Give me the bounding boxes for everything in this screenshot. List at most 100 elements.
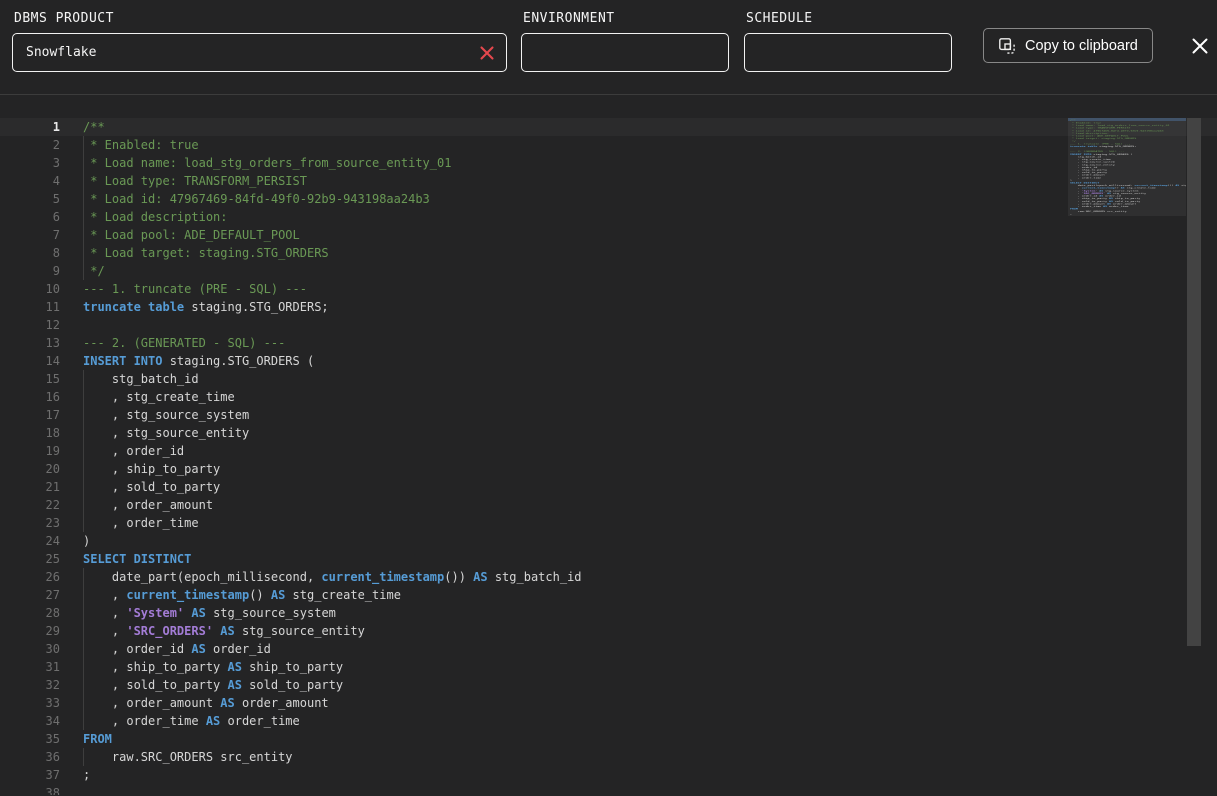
minimap[interactable]: /** * Enabled: true * Load name: load_st… — [1068, 118, 1186, 248]
indent-guide — [83, 586, 84, 604]
line-content: , stg_source_system — [83, 406, 249, 424]
line-number: 38 — [0, 784, 60, 795]
scrollbar-thumb[interactable] — [1187, 118, 1201, 646]
indent-guide — [83, 226, 84, 244]
code-line: 9 */ — [0, 262, 1217, 280]
code-line: 18 , stg_source_entity — [0, 424, 1217, 442]
line-number: 33 — [0, 694, 60, 712]
code-line: 19 , order_id — [0, 442, 1217, 460]
code-line: 35FROM — [0, 730, 1217, 748]
line-number: 19 — [0, 442, 60, 460]
line-number: 36 — [0, 748, 60, 766]
indent-guide — [83, 460, 84, 478]
x-clear-icon — [479, 45, 495, 61]
line-content: * Load name: load_stg_orders_from_source… — [83, 154, 451, 172]
line-content: raw.SRC_ORDERS src_entity — [83, 748, 293, 766]
schedule-input[interactable] — [744, 33, 952, 72]
clear-input-icon[interactable] — [478, 44, 496, 62]
dbms-product-input[interactable] — [12, 33, 507, 72]
line-content: INSERT INTO staging.STG_ORDERS ( — [83, 352, 314, 370]
indent-guide — [83, 244, 84, 262]
code-line: 27 , current_timestamp() AS stg_create_t… — [0, 586, 1217, 604]
code-line: 2 * Enabled: true — [0, 136, 1217, 154]
code-line: 31 , ship_to_party AS ship_to_party — [0, 658, 1217, 676]
code-line: 13 --- 2. (GENERATED - SQL) --- — [0, 334, 1217, 352]
line-content: , order_time — [83, 514, 199, 532]
code-line: 4 * Load type: TRANSFORM_PERSIST — [0, 172, 1217, 190]
indent-guide — [83, 370, 84, 388]
minimap-content: /** * Enabled: true * Load name: load_st… — [1070, 119, 1186, 218]
code-line: 36 raw.SRC_ORDERS src_entity — [0, 748, 1217, 766]
line-number: 17 — [0, 406, 60, 424]
line-number: 30 — [0, 640, 60, 658]
line-number: 3 — [0, 154, 60, 172]
line-content: * Load id: 47967469-84fd-49f0-92b9-94319… — [83, 190, 430, 208]
line-number: 22 — [0, 496, 60, 514]
line-number: 35 — [0, 730, 60, 748]
code-line: 6 * Load description: — [0, 208, 1217, 226]
code-line: 21 , sold_to_party — [0, 478, 1217, 496]
field-dbms-product: DBMS PRODUCT — [12, 0, 507, 26]
indent-guide — [83, 748, 84, 766]
field-environment: ENVIRONMENT — [521, 0, 729, 26]
line-content: , ship_to_party AS ship_to_party — [83, 658, 343, 676]
code-line: 11 truncate table staging.STG_ORDERS; — [0, 298, 1217, 316]
line-number: 26 — [0, 568, 60, 586]
line-content: * Load type: TRANSFORM_PERSIST — [83, 172, 307, 190]
code-line: 5 * Load id: 47967469-84fd-49f0-92b9-943… — [0, 190, 1217, 208]
copy-button-label: Copy to clipboard — [1025, 38, 1138, 54]
line-number: 9 — [0, 262, 60, 280]
indent-guide — [83, 388, 84, 406]
line-number: 13 — [0, 334, 60, 352]
indent-guide — [83, 712, 84, 730]
code-line: 20 , ship_to_party — [0, 460, 1217, 478]
line-content: truncate table staging.STG_ORDERS; — [83, 298, 329, 316]
environment-input[interactable] — [521, 33, 729, 72]
line-number: 5 — [0, 190, 60, 208]
field-schedule: SCHEDULE — [744, 0, 952, 26]
line-number: 7 — [0, 226, 60, 244]
line-content: , current_timestamp() AS stg_create_time — [83, 586, 401, 604]
line-number: 11 — [0, 298, 60, 316]
schedule-label: SCHEDULE — [746, 11, 952, 26]
line-content: , 'System' AS stg_source_system — [83, 604, 336, 622]
line-number: 8 — [0, 244, 60, 262]
line-number: 6 — [0, 208, 60, 226]
line-number: 2 — [0, 136, 60, 154]
line-number: 15 — [0, 370, 60, 388]
line-content: ; — [83, 766, 90, 784]
code-line: 33 , order_amount AS order_amount — [0, 694, 1217, 712]
code-line: 16 , stg_create_time — [0, 388, 1217, 406]
sql-preview-dialog: { "header": { "fields": [ { "label": "DB… — [0, 0, 1217, 796]
line-number: 27 — [0, 586, 60, 604]
line-number: 24 — [0, 532, 60, 550]
schedule-input-wrap — [744, 33, 952, 72]
sql-code-editor[interactable]: 1/**2 * Enabled: true3 * Load name: load… — [0, 95, 1217, 795]
line-number: 16 — [0, 388, 60, 406]
line-content: * Load target: staging.STG_ORDERS — [83, 244, 329, 262]
line-content: , order_time AS order_time — [83, 712, 300, 730]
line-content: , ship_to_party — [83, 460, 220, 478]
line-number: 1 — [0, 118, 60, 136]
indent-guide — [83, 136, 84, 154]
line-content: date_part(epoch_millisecond, current_tim… — [83, 568, 582, 586]
line-content: , order_amount — [83, 496, 213, 514]
indent-guide — [83, 694, 84, 712]
dbms-product-input-wrap — [12, 33, 507, 72]
line-number: 4 — [0, 172, 60, 190]
line-number: 18 — [0, 424, 60, 442]
indent-guide — [83, 442, 84, 460]
line-content: --- 2. (GENERATED - SQL) --- — [83, 334, 285, 352]
indent-guide — [83, 478, 84, 496]
vertical-scrollbar[interactable] — [1187, 95, 1201, 795]
close-icon[interactable] — [1187, 33, 1213, 59]
line-content: stg_batch_id — [83, 370, 199, 388]
code-line: 24) — [0, 532, 1217, 550]
line-content: , sold_to_party — [83, 478, 220, 496]
line-content: , order_id AS order_id — [83, 640, 271, 658]
indent-guide — [83, 676, 84, 694]
environment-input-wrap — [521, 33, 729, 72]
code-line: 12 — [0, 316, 1217, 334]
code-line: 17 , stg_source_system — [0, 406, 1217, 424]
copy-to-clipboard-button[interactable]: Copy to clipboard — [983, 28, 1153, 63]
